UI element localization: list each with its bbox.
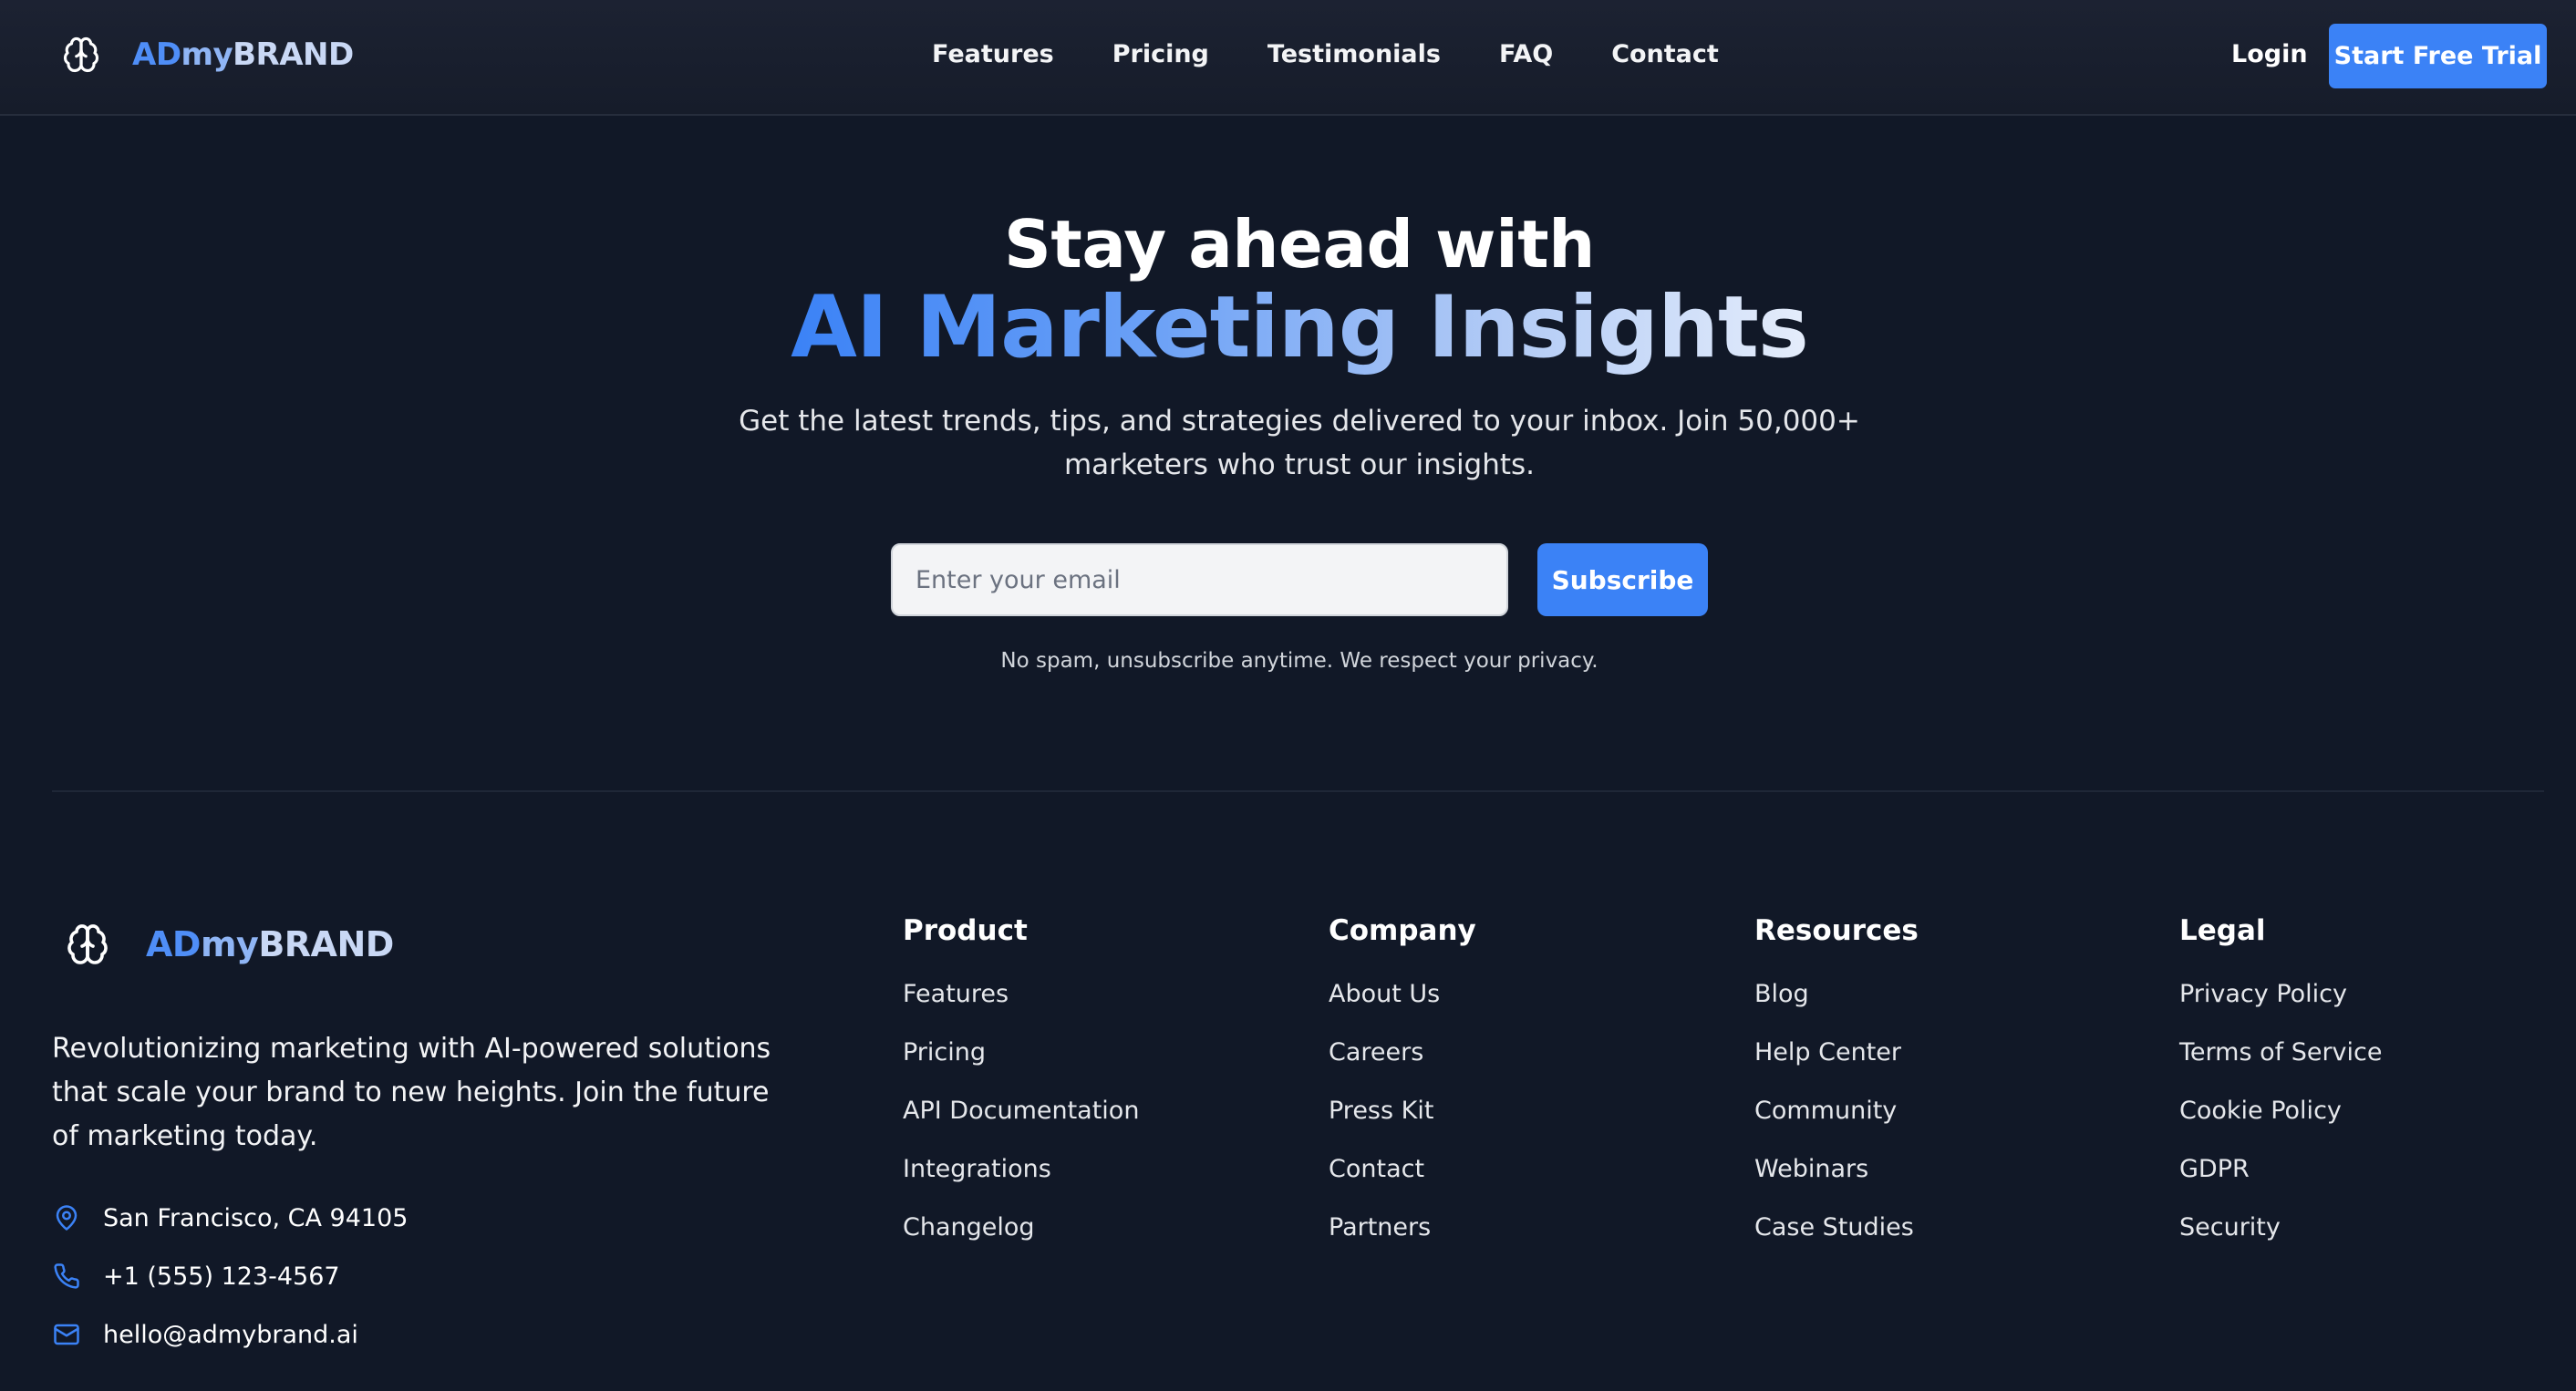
section-divider [52,790,2544,792]
email-input[interactable] [891,543,1508,616]
footer-about-text: Revolutionizing marketing with AI-powere… [52,1033,771,1152]
footer-column-legal: Legal Privacy Policy Terms of Service Co… [2179,914,2383,1272]
nav-links: Features Pricing Testimonials FAQ Contac… [932,40,1719,68]
footer-column-title: Resources [1754,914,1919,947]
footer-column-title: Legal [2179,914,2266,947]
footer-link-terms-of-service[interactable]: Terms of Service [2179,1038,2383,1097]
contact-phone[interactable]: +1 (555) 123-4567 [52,1262,340,1291]
hero-title-line1: Stay ahead with [1004,206,1595,283]
contact-phone-text: +1 (555) 123-4567 [103,1262,340,1291]
footer-link-help-center[interactable]: Help Center [1754,1038,1919,1097]
footer-link-webinars[interactable]: Webinars [1754,1155,1919,1213]
nav-link-features[interactable]: Features [932,40,1054,68]
login-link[interactable]: Login [2231,40,2308,68]
nav-link-pricing[interactable]: Pricing [1112,40,1209,68]
nav-link-contact[interactable]: Contact [1611,40,1719,68]
contact-address: San Francisco, CA 94105 [52,1203,408,1232]
footer-link-privacy-policy[interactable]: Privacy Policy [2179,980,2383,1038]
subscribe-button[interactable]: Subscribe [1537,543,1708,616]
footer-link-about-us[interactable]: About Us [1329,980,1476,1038]
footer-link-case-studies[interactable]: Case Studies [1754,1213,1919,1272]
start-free-trial-button[interactable]: Start Free Trial [2329,24,2547,88]
hero-title-line2: AI Marketing Insights [791,278,1809,377]
footer-column-resources: Resources Blog Help Center Community Web… [1754,914,1919,1272]
footer-link-pricing[interactable]: Pricing [903,1038,1139,1097]
brand-name: ADmyBRAND [132,36,354,73]
footer-link-contact[interactable]: Contact [1329,1155,1476,1213]
mail-icon [52,1320,81,1349]
footer-link-api-documentation[interactable]: API Documentation [903,1097,1139,1155]
footer-column-product: Product Features Pricing API Documentati… [903,914,1139,1272]
footer-link-community[interactable]: Community [1754,1097,1919,1155]
footer-link-integrations[interactable]: Integrations [903,1155,1139,1213]
footer-link-partners[interactable]: Partners [1329,1213,1476,1272]
brain-icon [62,36,100,74]
nav-brand-logo[interactable]: ADmyBRAND [62,36,354,74]
hero-subtitle: Get the latest trends, tips, and strateg… [739,405,1860,481]
nav-link-faq[interactable]: FAQ [1499,40,1553,68]
footer-link-careers[interactable]: Careers [1329,1038,1476,1097]
footer-brand-name: ADmyBRAND [146,924,394,964]
contact-email[interactable]: hello@admybrand.ai [52,1320,358,1349]
footer-column-title: Product [903,914,1028,947]
contact-email-text: hello@admybrand.ai [103,1320,358,1349]
footer-link-cookie-policy[interactable]: Cookie Policy [2179,1097,2383,1155]
footer-link-features[interactable]: Features [903,980,1139,1038]
footer-link-gdpr[interactable]: GDPR [2179,1155,2383,1213]
map-pin-icon [52,1203,81,1232]
footer-link-changelog[interactable]: Changelog [903,1213,1139,1272]
footer-link-blog[interactable]: Blog [1754,980,1919,1038]
footer-column-company: Company About Us Careers Press Kit Conta… [1329,914,1476,1272]
footer-link-press-kit[interactable]: Press Kit [1329,1097,1476,1155]
footer-column-title: Company [1329,914,1476,947]
phone-icon [52,1262,81,1291]
brain-icon [66,922,109,966]
top-navbar: ADmyBRAND Features Pricing Testimonials … [0,0,2576,116]
privacy-note: No spam, unsubscribe anytime. We respect… [1000,649,1598,673]
contact-address-text: San Francisco, CA 94105 [103,1203,409,1232]
nav-link-testimonials[interactable]: Testimonials [1267,40,1441,68]
footer-brand-logo[interactable]: ADmyBRAND [66,922,394,966]
footer-link-security[interactable]: Security [2179,1213,2383,1272]
